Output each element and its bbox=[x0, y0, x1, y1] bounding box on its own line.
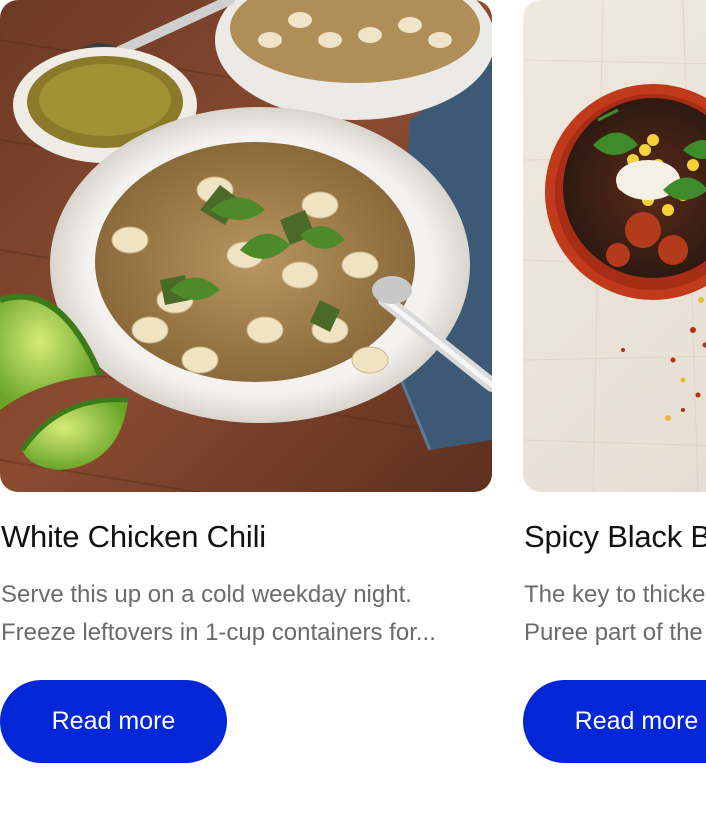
recipe-photo-graphic bbox=[0, 0, 492, 492]
recipe-photo-spicy-black-bean-soup[interactable] bbox=[523, 0, 706, 492]
recipe-title[interactable]: White Chicken Chili bbox=[1, 517, 266, 557]
recipe-carousel: White Chicken Chili Serve this up on a c… bbox=[0, 0, 706, 814]
recipe-card: White Chicken Chili Serve this up on a c… bbox=[0, 0, 492, 780]
recipe-description: The key to thickening this soup without … bbox=[524, 581, 706, 646]
recipe-photo-white-chicken-chili[interactable] bbox=[0, 0, 492, 492]
recipe-title[interactable]: Spicy Black Bean Soup bbox=[524, 517, 706, 557]
read-more-button[interactable]: Read more bbox=[0, 680, 227, 763]
recipe-card: Spicy Black Bean Soup The key to thicken… bbox=[523, 0, 706, 780]
recipe-description: Serve this up on a cold weekday night. F… bbox=[1, 581, 436, 646]
read-more-button[interactable]: Read more bbox=[523, 680, 706, 763]
recipe-photo-graphic bbox=[523, 0, 706, 492]
